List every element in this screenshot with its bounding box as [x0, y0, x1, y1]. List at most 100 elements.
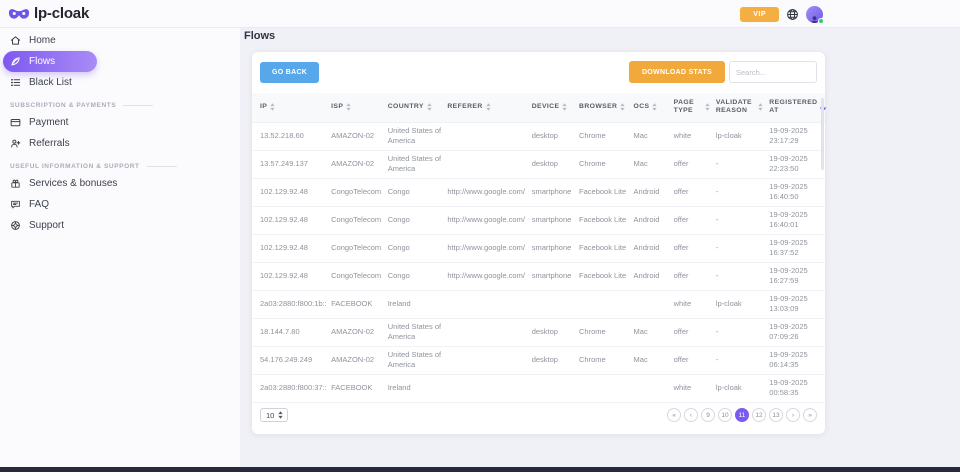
page-size-select[interactable]: 10: [260, 408, 288, 422]
vip-button[interactable]: VIP: [740, 7, 779, 22]
column-header-registered_at[interactable]: Registered At: [766, 93, 825, 122]
cell-validate_reason: lp-cloak: [713, 122, 766, 150]
cell-browser: [576, 290, 631, 318]
cell-referer: http://www.google.com/: [444, 206, 528, 234]
column-header-isp[interactable]: ISP: [328, 93, 385, 122]
sidebar-item-support[interactable]: Support: [0, 215, 240, 236]
sort-icon[interactable]: [486, 103, 491, 111]
sidebar-item-black-list[interactable]: Black List: [0, 72, 240, 93]
cell-country: United States of America: [385, 150, 445, 178]
cell-validate_reason: -: [713, 318, 766, 346]
cell-page_type: offer: [671, 234, 713, 262]
cell-device: smartphone: [529, 262, 576, 290]
sort-icon[interactable]: [562, 103, 567, 111]
sort-icon[interactable]: [758, 103, 763, 111]
column-header-ocs[interactable]: OCS: [631, 93, 671, 122]
sort-icon[interactable]: [705, 103, 710, 111]
user-avatar[interactable]: [806, 6, 823, 23]
cell-referer: [444, 346, 528, 374]
cell-page_type: white: [671, 122, 713, 150]
pagination-button-next[interactable]: ›: [786, 408, 800, 422]
column-header-validate_reason[interactable]: Validate Reason: [713, 93, 766, 122]
cell-ocs: Mac: [631, 150, 671, 178]
sidebar: Home Flows Black List SUBSCRIPTION & PAY…: [0, 28, 240, 467]
sidebar-item-services[interactable]: Services & bonuses: [0, 173, 240, 194]
cell-isp: CongoTelecom: [328, 234, 385, 262]
column-header-ip[interactable]: IP: [252, 93, 328, 122]
cell-device: [529, 290, 576, 318]
pagination-button-9[interactable]: 9: [701, 408, 715, 422]
column-header-device[interactable]: Device: [529, 93, 576, 122]
cell-registered_at: 19-09-2025 16:40:01: [766, 206, 825, 234]
cell-ip: 18.144.7.80: [252, 318, 328, 346]
pagination-button-13[interactable]: 13: [769, 408, 783, 422]
pagination-button-first[interactable]: «: [667, 408, 681, 422]
cell-browser: Facebook Lite: [576, 234, 631, 262]
sort-icon[interactable]: [652, 103, 657, 111]
cell-referer: http://www.google.com/: [444, 178, 528, 206]
column-label: Validate Reason: [716, 99, 755, 116]
pagination-button-last[interactable]: »: [803, 408, 817, 422]
gift-icon: [10, 178, 21, 189]
language-globe-icon[interactable]: [786, 8, 799, 21]
sort-icon[interactable]: [346, 103, 351, 111]
cell-browser: Facebook Lite: [576, 262, 631, 290]
cell-isp: CongoTelecom: [328, 262, 385, 290]
cell-page_type: offer: [671, 346, 713, 374]
pagination-button-11[interactable]: 11: [735, 408, 749, 422]
sort-icon[interactable]: [427, 103, 432, 111]
cell-ip: 13.52.218.60: [252, 122, 328, 150]
stepper-icon: [278, 411, 283, 419]
scrollbar[interactable]: [821, 98, 824, 170]
cell-page_type: offer: [671, 318, 713, 346]
column-header-browser[interactable]: Browser: [576, 93, 631, 122]
sidebar-item-home[interactable]: Home: [0, 30, 240, 51]
search-input[interactable]: [729, 61, 817, 83]
cell-isp: FACEBOOK: [328, 290, 385, 318]
cell-referer: http://www.google.com/: [444, 262, 528, 290]
cell-device: smartphone: [529, 206, 576, 234]
cell-ip: 102.129.92.48: [252, 206, 328, 234]
pagination-button-10[interactable]: 10: [718, 408, 732, 422]
sidebar-item-label: Home: [29, 35, 56, 46]
app-logo[interactable]: lp-cloak: [8, 5, 89, 22]
column-header-referer[interactable]: Referer: [444, 93, 528, 122]
go-back-button[interactable]: GO BACK: [260, 62, 319, 83]
cell-ocs: Android: [631, 262, 671, 290]
card-toolbar: GO BACK DOWNLOAD STATS: [252, 52, 825, 91]
table-row: 18.144.7.80AMAZON-02United States of Ame…: [252, 318, 825, 346]
sidebar-section-payments: SUBSCRIPTION & PAYMENTS: [10, 102, 240, 109]
sort-icon[interactable]: [270, 103, 275, 111]
cell-isp: CongoTelecom: [328, 206, 385, 234]
column-header-page_type[interactable]: Page Type: [671, 93, 713, 122]
cell-ip: 102.129.92.48: [252, 262, 328, 290]
credit-card-icon: [10, 117, 21, 128]
cell-browser: Chrome: [576, 150, 631, 178]
cell-referer: [444, 150, 528, 178]
mask-icon: [8, 6, 30, 21]
download-stats-button[interactable]: DOWNLOAD STATS: [629, 61, 725, 83]
table-row: 102.129.92.48CongoTelecomCongohttp://www…: [252, 234, 825, 262]
sidebar-item-referrals[interactable]: Referrals: [0, 133, 240, 154]
table-row: 2a03:2880:f800:37::FACEBOOKIrelandwhitel…: [252, 374, 825, 402]
navbar-right-group: VIP: [740, 0, 823, 28]
sidebar-item-flows[interactable]: Flows: [3, 51, 97, 72]
sort-icon[interactable]: [620, 103, 625, 111]
cell-referer: [444, 290, 528, 318]
cell-browser: Chrome: [576, 122, 631, 150]
table-row: 13.52.218.60AMAZON-02United States of Am…: [252, 122, 825, 150]
sidebar-item-payment[interactable]: Payment: [0, 112, 240, 133]
pagination-button-12[interactable]: 12: [752, 408, 766, 422]
sidebar-item-faq[interactable]: FAQ: [0, 194, 240, 215]
logo-text: lp-cloak: [34, 5, 89, 22]
column-header-country[interactable]: Country: [385, 93, 445, 122]
cell-isp: AMAZON-02: [328, 318, 385, 346]
table-header-row: IPISPCountryReferer DeviceBrowserOCSPage …: [252, 93, 825, 122]
cell-page_type: white: [671, 290, 713, 318]
pagination-button-prev[interactable]: ‹: [684, 408, 698, 422]
cell-ip: 54.176.249.249: [252, 346, 328, 374]
sidebar-item-label: Support: [29, 220, 64, 231]
cell-page_type: offer: [671, 262, 713, 290]
cell-device: desktop: [529, 122, 576, 150]
column-label: Referer: [447, 103, 482, 111]
